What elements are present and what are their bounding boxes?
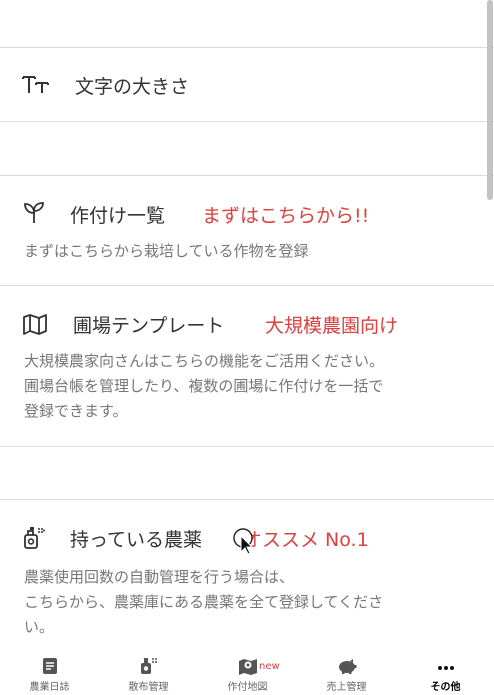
bottom-tab-bar: 農業日誌 散布管理 new 作付地図 売上管理 その他 [0,655,494,695]
mouse-cursor-icon [233,528,254,555]
sprayer-icon [140,658,157,674]
pesticides-accent: オススメ No.1 [243,529,369,551]
pesticides-desc-line: い。 [24,618,55,636]
pesticides-desc-line: 農薬使用回数の自動管理を行う場合は、 [24,568,295,586]
tab-other[interactable]: その他 [396,655,494,695]
sprout-icon [24,202,44,223]
pesticides-desc-line: こちらから、農薬庫にある農薬を全て登録してくださ [24,593,384,611]
text-size-icon [22,76,49,93]
settings-list: 文字の大きさ 作付け一覧 まずはこちらから!! まずはこちらから栽培している作物… [0,0,494,655]
tab-farm-diary[interactable]: 農業日誌 [0,655,99,695]
crops-accent: まずはこちらから!! [202,205,370,227]
pesticide-bottle-icon [24,527,45,549]
tab-spray-management[interactable]: 散布管理 [99,655,198,695]
field-template-desc-line: 登録できます。 [24,402,128,420]
tab-crop-map[interactable]: new 作付地図 [198,655,297,695]
pesticides-row[interactable]: 持っている農薬 オススメ No.1 農薬使用回数の自動管理を行う場合は、 こちら… [0,500,494,655]
field-template-desc-line: 大規模農家向さんはこちらの機能をご活用ください。 [24,352,385,370]
field-template-desc-line: 圃場台帳を管理したり、複数の圃場に作付けを一括で [24,377,384,395]
field-template-accent: 大規模農園向け [265,315,399,337]
scrollbar[interactable] [487,0,493,200]
tab-label: 作付地図 [227,682,268,693]
field-template-row[interactable]: 圃場テンプレート 大規模農園向け 大規模農家向さんはこちらの機能をご活用ください… [0,286,494,446]
crops-description: まずはこちらから栽培している作物を登録 [24,242,309,260]
tab-label: 散布管理 [128,682,169,693]
new-badge: new [259,661,280,672]
piggy-bank-icon [338,659,356,674]
tab-label: その他 [430,682,461,693]
font-size-label: 文字の大きさ [75,76,190,98]
divider [0,446,494,447]
diary-icon [42,658,57,674]
crops-row[interactable]: 作付け一覧 まずはこちらから!! まずはこちらから栽培している作物を登録 [0,176,494,285]
crops-title: 作付け一覧 [70,205,166,227]
tab-label: 売上管理 [326,682,367,693]
map-pin-icon [238,659,257,675]
font-size-row[interactable]: 文字の大きさ [0,48,494,121]
tab-label: 農業日誌 [29,682,70,693]
field-template-title: 圃場テンプレート [73,315,225,337]
pesticides-title: 持っている農薬 [70,529,203,551]
more-dots-icon [437,666,454,670]
divider [0,121,494,122]
tab-sales-management[interactable]: 売上管理 [297,655,396,695]
map-icon [23,314,47,335]
